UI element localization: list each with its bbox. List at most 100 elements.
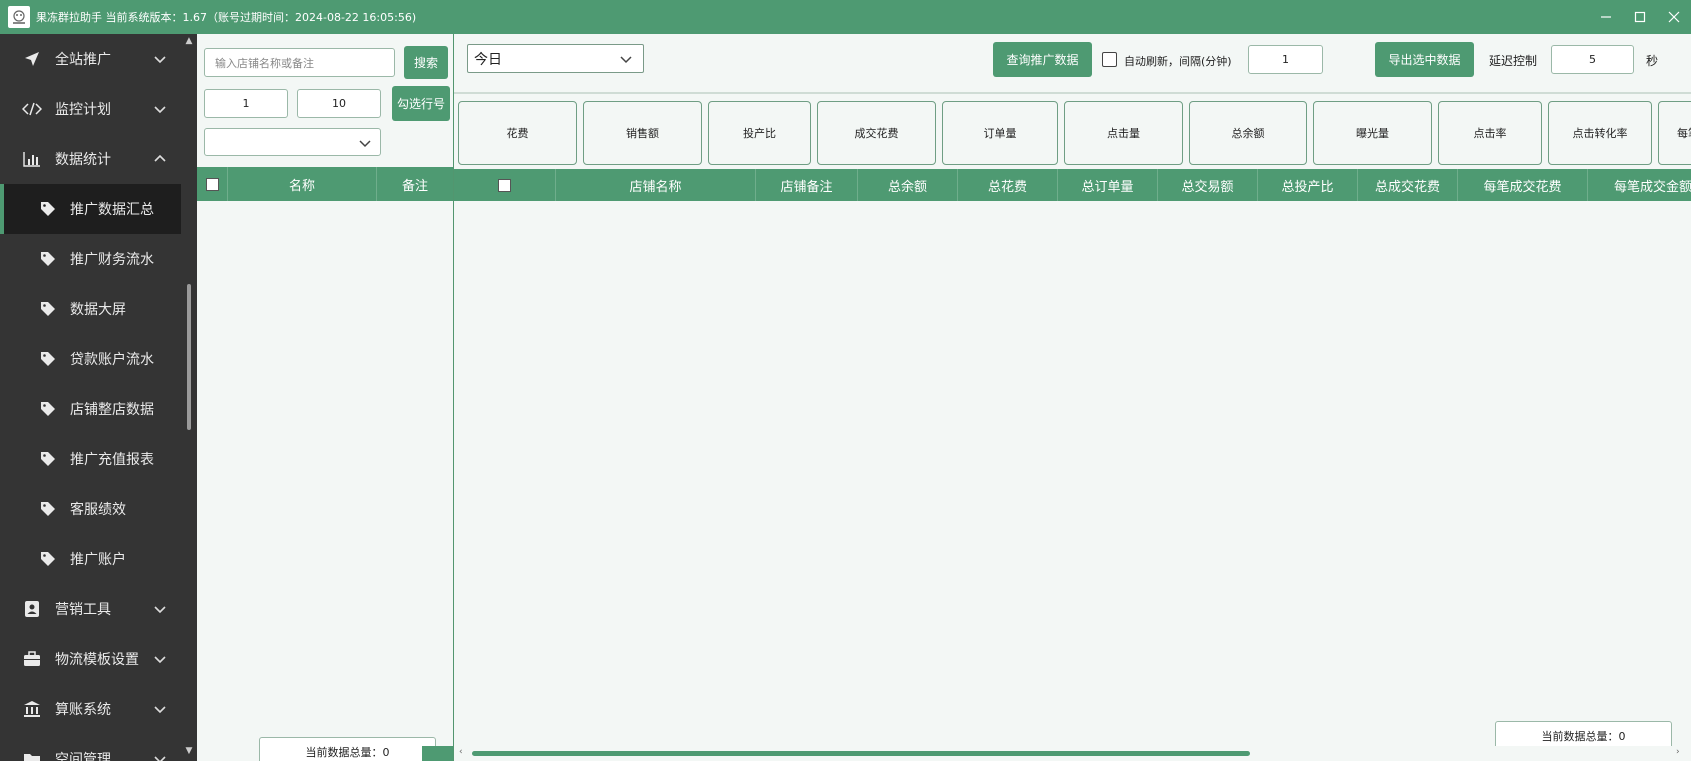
toolbar-divider: [454, 92, 1691, 94]
auto-refresh-checkbox[interactable]: [1102, 52, 1117, 67]
sidebar-item-label: 数据统计: [55, 152, 111, 168]
date-range-select[interactable]: 今日: [467, 44, 644, 73]
sidebar-item-site-promotion[interactable]: 全站推广: [0, 34, 197, 84]
select-all-checkbox[interactable]: [197, 167, 228, 201]
send-icon: [22, 49, 42, 69]
scroll-down-icon[interactable]: ▼: [183, 746, 195, 758]
title-bar: 果冻群拉助手 当前系统版本：1.67（账号过期时间：2024-08-22 16:…: [0, 0, 1691, 34]
column-header-total-deal-spend[interactable]: 总成交花费: [1358, 169, 1458, 201]
chevron-down-icon: [620, 56, 632, 64]
close-icon[interactable]: [1657, 0, 1691, 34]
scroll-up-icon[interactable]: ▲: [183, 36, 195, 48]
metric-clicks[interactable]: 点击量: [1064, 101, 1183, 165]
search-input[interactable]: 输入店铺名称或备注: [204, 48, 395, 77]
sidebar-subitem-cs-performance[interactable]: 客服绩效: [0, 484, 197, 534]
horizontal-scrollbar[interactable]: ‹ ›: [454, 746, 1691, 761]
chevron-down-icon: [154, 56, 166, 64]
filter-dropdown[interactable]: [204, 128, 381, 156]
scroll-right-icon[interactable]: ›: [1676, 747, 1680, 757]
data-table-header: 店铺名称 店铺备注 总余额 总花费 总订单量 总交易额 总投产比 总成交花费 每…: [454, 169, 1691, 201]
sidebar-subitem-label: 推广账户: [70, 552, 126, 568]
refresh-interval-input[interactable]: 1: [1248, 45, 1323, 74]
metric-deal-spend[interactable]: 成交花费: [817, 101, 936, 165]
left-total-count: 当前数据总量：0: [259, 737, 436, 761]
sidebar-subitem-label: 推广数据汇总: [70, 202, 154, 218]
sidebar-item-marketing-tools[interactable]: 营销工具: [0, 584, 197, 634]
query-promotion-button[interactable]: 查询推广数据: [993, 42, 1092, 77]
metric-per-deal-spend[interactable]: 每笔成交花费: [1658, 101, 1691, 165]
column-header-name[interactable]: 名称: [228, 167, 377, 201]
select-rows-button[interactable]: 勾选行号: [392, 86, 450, 121]
scroll-left-icon[interactable]: ‹: [459, 747, 463, 757]
delay-control-label: 延迟控制: [1489, 54, 1538, 68]
sidebar-subitem-promotion-account[interactable]: 推广账户: [0, 534, 197, 584]
tag-icon: [40, 350, 58, 368]
sidebar-item-monitor-plan[interactable]: 监控计划: [0, 84, 197, 134]
shop-list-panel: 输入店铺名称或备注 搜索 1 10 勾选行号 名称 备注 当前数据总量：0 < …: [197, 34, 453, 761]
metric-button-row: 花费 销售额 投产比 成交花费 订单量 点击量 总余额 曝光量 点击率 点击转化…: [458, 101, 1691, 165]
sidebar-item-label: 算账系统: [55, 702, 111, 718]
sidebar-item-label: 物流模板设置: [55, 652, 139, 668]
tag-icon: [40, 450, 58, 468]
sidebar-subitem-label: 推广财务流水: [70, 252, 154, 268]
metric-ctr[interactable]: 点击率: [1438, 101, 1542, 165]
row-from-input[interactable]: 1: [204, 89, 288, 118]
contact-card-icon: [22, 599, 42, 619]
column-header-per-deal-amount[interactable]: 每笔成交金额: [1588, 169, 1691, 201]
delay-input[interactable]: 5: [1551, 45, 1634, 74]
sidebar-item-label: 营销工具: [55, 602, 111, 618]
delay-unit-label: 秒: [1646, 54, 1659, 68]
sidebar-item-label: 空间管理: [55, 752, 111, 761]
maximize-icon[interactable]: [1623, 0, 1657, 34]
sidebar-item-logistics-template[interactable]: 物流模板设置: [0, 634, 197, 684]
column-header-total-balance[interactable]: 总余额: [858, 169, 958, 201]
sidebar-subitem-data-screen[interactable]: 数据大屏: [0, 284, 197, 334]
metric-spend[interactable]: 花费: [458, 101, 577, 165]
folder-icon: [22, 749, 42, 761]
sidebar-item-data-stats[interactable]: 数据统计: [0, 134, 197, 184]
column-header-per-deal-spend[interactable]: 每笔成交花费: [1458, 169, 1588, 201]
metric-conversion-rate[interactable]: 点击转化率: [1548, 101, 1652, 165]
sidebar-subitem-recharge-report[interactable]: 推广充值报表: [0, 434, 197, 484]
column-header-total-sales[interactable]: 总交易额: [1158, 169, 1258, 201]
promotion-data-panel: 今日 查询推广数据 自动刷新，间隔(分钟) 1 导出选中数据 延迟控制 5 秒 …: [454, 34, 1691, 761]
tag-icon: [40, 300, 58, 318]
metric-total-balance[interactable]: 总余额: [1189, 101, 1307, 165]
sidebar-item-space-management[interactable]: 空间管理: [0, 734, 197, 761]
briefcase-icon: [22, 649, 42, 669]
horizontal-scrollbar-thumb[interactable]: [472, 751, 1250, 756]
minimize-icon[interactable]: [1589, 0, 1623, 34]
sidebar-item-label: 全站推广: [55, 52, 111, 68]
metric-roi[interactable]: 投产比: [708, 101, 811, 165]
sidebar-scrollbar[interactable]: [187, 284, 191, 430]
sidebar-item-accounting-system[interactable]: 算账系统: [0, 684, 197, 734]
sidebar-subitem-promotion-summary[interactable]: 推广数据汇总: [0, 184, 181, 234]
bank-icon: [22, 699, 42, 719]
metric-sales[interactable]: 销售额: [583, 101, 702, 165]
column-header-total-roi[interactable]: 总投产比: [1258, 169, 1358, 201]
sidebar-subitem-shop-data[interactable]: 店铺整店数据: [0, 384, 197, 434]
export-selected-button[interactable]: 导出选中数据: [1375, 42, 1474, 77]
shop-list-header: 名称 备注: [197, 167, 453, 201]
metric-impressions[interactable]: 曝光量: [1313, 101, 1432, 165]
sidebar-subitem-finance-flow[interactable]: 推广财务流水: [0, 234, 197, 284]
column-header-total-spend[interactable]: 总花费: [958, 169, 1058, 201]
column-header-total-orders[interactable]: 总订单量: [1058, 169, 1158, 201]
sidebar-subitem-label: 贷款账户流水: [70, 352, 154, 368]
column-header-shop-name[interactable]: 店铺名称: [556, 169, 756, 201]
metric-orders[interactable]: 订单量: [942, 101, 1058, 165]
auto-refresh-label: 自动刷新，间隔(分钟): [1124, 55, 1232, 68]
tag-icon: [40, 200, 58, 218]
select-all-checkbox[interactable]: [454, 169, 556, 201]
search-button[interactable]: 搜索: [404, 46, 448, 79]
chevron-down-icon: [154, 106, 166, 114]
sidebar-subitem-loan-flow[interactable]: 贷款账户流水: [0, 334, 197, 384]
row-to-input[interactable]: 10: [297, 89, 381, 118]
column-header-remark[interactable]: 备注: [377, 167, 453, 201]
column-header-shop-remark[interactable]: 店铺备注: [756, 169, 858, 201]
tag-icon: [40, 400, 58, 418]
collapse-panel-button[interactable]: < <: [422, 746, 453, 761]
chevron-down-icon: [154, 756, 166, 761]
sidebar-subitem-label: 数据大屏: [70, 302, 126, 318]
date-range-value: 今日: [474, 51, 502, 68]
